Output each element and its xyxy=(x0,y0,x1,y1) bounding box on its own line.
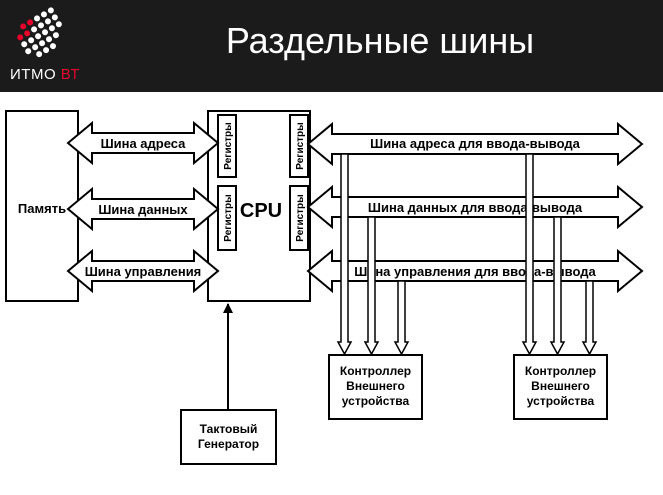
controller-2-bus-taps xyxy=(521,153,598,356)
memory-label: Память xyxy=(18,201,66,216)
controller-2-label-line2: Внешнего xyxy=(531,379,590,393)
register-label: Регистры xyxy=(295,122,306,169)
controller-2-label-line3: устройства xyxy=(527,394,595,408)
register-box-right-top: Регистры xyxy=(289,114,309,178)
register-label: Регистры xyxy=(223,194,234,241)
controller-1-label-line3: устройства xyxy=(342,394,410,408)
cpu-label: CPU xyxy=(240,200,282,222)
controller-2-label-line1: Контроллер xyxy=(525,364,596,378)
register-box-left-top: Регистры xyxy=(217,114,237,178)
io-data-bus-label: Шина данных для ввода-вывода xyxy=(368,200,583,215)
address-bus-label: Шина адреса xyxy=(101,136,187,151)
clock-generator-label-line2: Генератор xyxy=(198,437,259,451)
register-label: Регистры xyxy=(295,194,306,241)
controller-1-bus-taps xyxy=(336,153,410,356)
clock-generator-label-line1: Тактовый xyxy=(200,422,258,436)
register-box-right-bottom: Регистры xyxy=(289,185,309,251)
bus-diagram: Память CPU Регистры Регистры Регистры Ре… xyxy=(5,110,644,465)
control-bus-label: Шина управления xyxy=(85,264,202,279)
register-label: Регистры xyxy=(223,122,234,169)
register-box-left-bottom: Регистры xyxy=(217,185,237,251)
io-address-bus-label: Шина адреса для ввода-вывода xyxy=(370,136,580,151)
data-bus-label: Шина данных xyxy=(98,202,188,217)
controller-1-label-line2: Внешнего xyxy=(346,379,405,393)
controller-1-label-line1: Контроллер xyxy=(340,364,411,378)
slide: ИТМО ВТ Раздельные шины Память CPU Регис… xyxy=(0,0,663,495)
